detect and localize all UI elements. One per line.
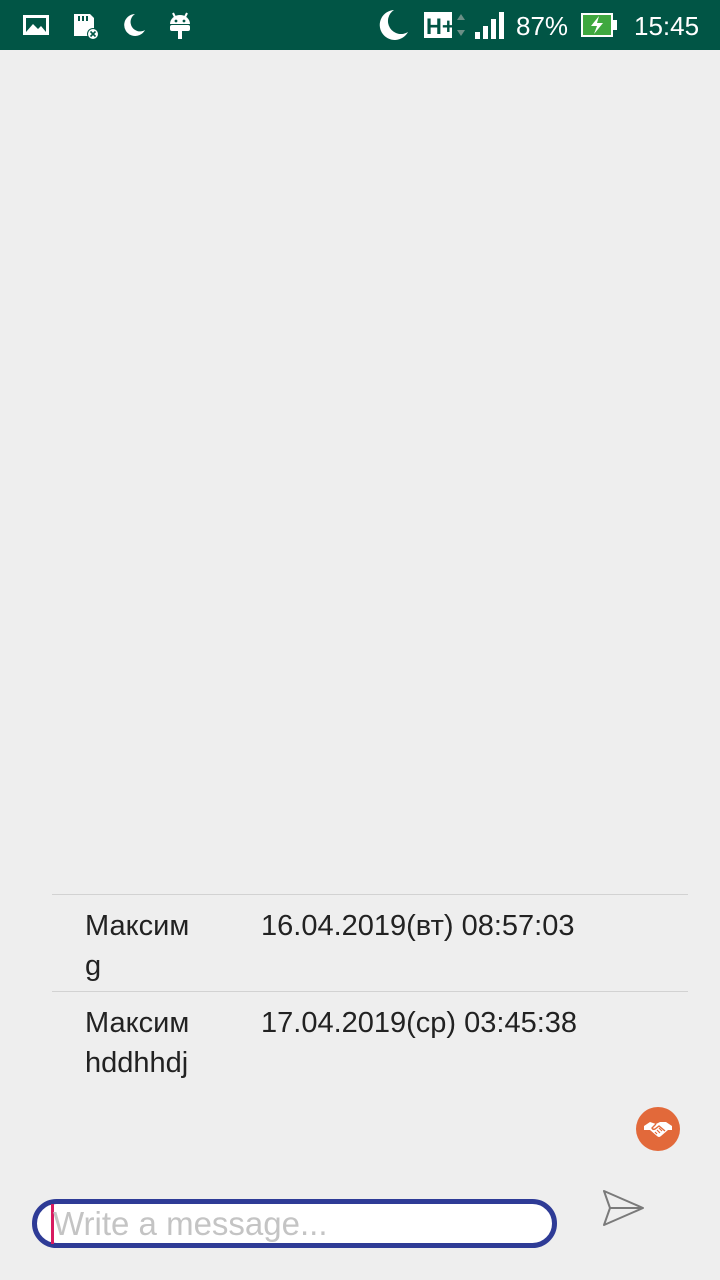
message-author: Максим <box>85 1007 190 1039</box>
list-item[interactable]: Максим hddhhdj 17.04.2019(ср) 03:45:38 <box>52 991 688 1088</box>
message-composer[interactable] <box>32 1199 557 1248</box>
clock: 15:45 <box>634 11 700 41</box>
message-text: hddhhdj <box>85 1047 189 1079</box>
handshake-button[interactable] <box>636 1107 680 1151</box>
list-item[interactable]: Максим g 16.04.2019(вт) 08:57:03 <box>52 894 688 991</box>
message-author: Максим <box>85 910 190 942</box>
message-timestamp: 16.04.2019(вт) 08:57:03 <box>261 910 575 942</box>
handshake-icon <box>644 1122 672 1137</box>
message-timestamp: 17.04.2019(ср) 03:45:38 <box>261 1007 578 1039</box>
chat-screen: Максим g 16.04.2019(вт) 08:57:03 Максим … <box>0 50 720 1280</box>
send-button[interactable] <box>598 1186 648 1230</box>
battery-charging-icon <box>581 13 617 37</box>
sd-card-icon <box>74 14 99 40</box>
send-icon <box>603 1190 644 1226</box>
network-hplus-icon: H+ <box>424 12 465 39</box>
message-text: g <box>85 950 102 982</box>
android-debug-icon <box>170 12 190 39</box>
svg-text:H+: H+ <box>426 14 455 39</box>
message-input[interactable] <box>53 1204 533 1244</box>
status-bar: H+ 87% 15:45 <box>0 0 720 50</box>
gallery-icon <box>23 15 49 35</box>
do-not-disturb-icon <box>379 10 408 40</box>
night-mode-icon <box>124 14 145 36</box>
battery-percent: 87% <box>516 11 569 41</box>
message-list: Максим g 16.04.2019(вт) 08:57:03 Максим … <box>52 894 688 1088</box>
signal-icon <box>475 12 504 39</box>
